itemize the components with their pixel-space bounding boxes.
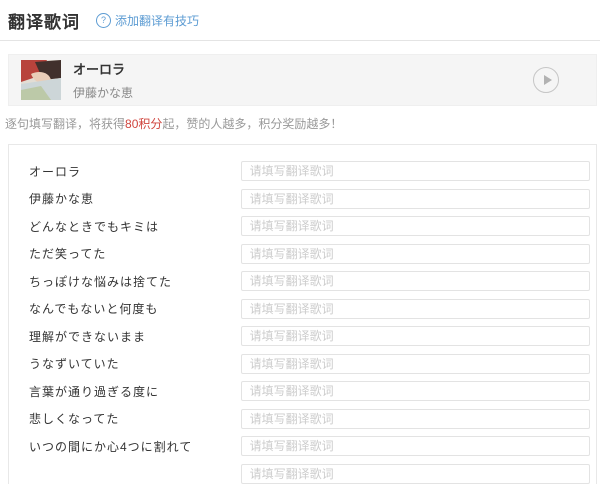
translation-input[interactable] <box>240 326 590 346</box>
translation-input[interactable] <box>240 463 590 484</box>
album-art <box>21 60 61 100</box>
lyric-text: うなずいていた <box>29 357 120 371</box>
translation-input[interactable] <box>240 216 590 236</box>
song-meta: オーロラ 伊藤かな恵 <box>73 59 533 101</box>
lyric-row: 言葉が通り過ぎる度に <box>29 381 590 401</box>
lyric-text: いつの間にか心4つに割れて <box>29 439 193 454</box>
lyrics-translation-form: オーロラ 伊藤かな恵 どんなときでもキミは ただ笑ってた ちっぽけな悩みは捨てた… <box>8 144 597 484</box>
tips-link-label: 添加翻译有技巧 <box>115 14 200 28</box>
lyric-text: なんでもないと何度も <box>29 302 159 316</box>
lyrics-rows: オーロラ 伊藤かな恵 どんなときでもキミは ただ笑ってた ちっぽけな悩みは捨てた… <box>29 161 590 484</box>
lyric-row: 悲しくなってた <box>29 408 590 429</box>
notice-suffix: 起，赞的人越多，积分奖励越多！ <box>162 117 343 131</box>
lyric-text: 言葉が通り過ぎる度に <box>29 384 160 399</box>
translation-input[interactable] <box>240 243 590 264</box>
translation-tips-link[interactable]: ? 添加翻译有技巧 <box>96 12 199 29</box>
song-title: オーロラ <box>73 62 126 77</box>
translation-input[interactable] <box>240 381 590 401</box>
lyric-row: うなずいていた <box>29 353 590 374</box>
page-title: 翻译歌词 <box>8 13 80 32</box>
lyric-text: 悲しくなってた <box>29 412 120 426</box>
lyric-text: 伊藤かな恵 <box>29 192 95 206</box>
lyric-row: 理解ができないまま <box>29 326 590 346</box>
lyric-row: ちっぽけな悩みは捨てた <box>29 271 590 291</box>
translation-input[interactable] <box>240 353 590 374</box>
lyric-row: オーロラ <box>29 161 590 181</box>
lyric-text: どんなときでもキミは <box>29 219 160 234</box>
lyric-row: 伊藤かな恵 <box>29 188 590 209</box>
lyric-row: いつの間にか心4つに割れて <box>29 436 590 456</box>
points-notice: 逐句填写翻译，将获得80积分起，赞的人越多，积分奖励越多！ <box>5 115 600 132</box>
lyric-row: どんなときでもキミは <box>29 216 590 236</box>
page-header: 翻译歌词 ? 添加翻译有技巧 <box>0 0 600 41</box>
play-button[interactable] <box>533 67 559 93</box>
translation-input[interactable] <box>240 188 590 209</box>
lyric-text: 理解ができないまま <box>29 329 147 344</box>
notice-points: 80积分 <box>125 117 163 131</box>
translation-input[interactable] <box>240 271 590 291</box>
lyric-row: なんでもないと何度も <box>29 298 590 319</box>
song-card: オーロラ 伊藤かな恵 <box>8 54 597 106</box>
help-icon: ? <box>96 13 111 28</box>
lyric-text: ただ笑ってた <box>29 247 107 261</box>
lyric-row <box>29 463 590 484</box>
notice-prefix: 逐句填写翻译，将获得 <box>5 117 126 131</box>
lyric-text: ちっぽけな悩みは捨てた <box>29 274 173 289</box>
lyric-text: オーロラ <box>29 164 82 179</box>
lyric-row: ただ笑ってた <box>29 243 590 264</box>
translation-input[interactable] <box>240 298 590 319</box>
play-icon <box>543 75 552 85</box>
translation-input[interactable] <box>240 161 590 181</box>
translation-input[interactable] <box>240 436 590 456</box>
translation-input[interactable] <box>240 408 590 429</box>
song-artist: 伊藤かな恵 <box>73 86 134 100</box>
